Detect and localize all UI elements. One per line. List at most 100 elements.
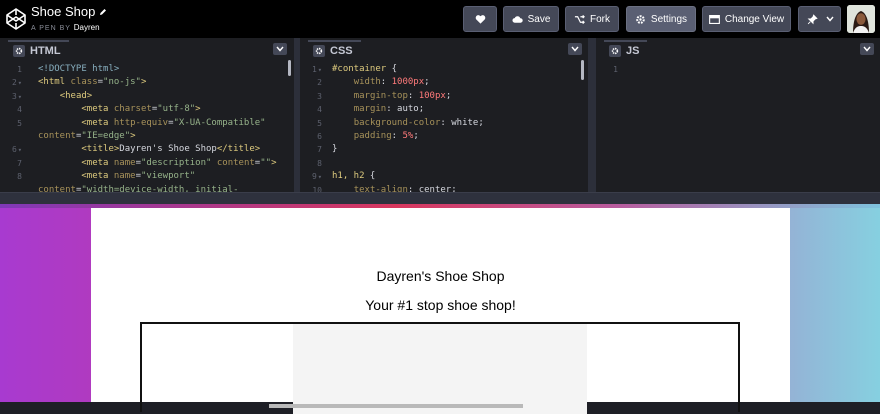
code-token: <html (38, 77, 71, 88)
code-text: margin: auto; (332, 103, 424, 116)
code-line[interactable]: 4 margin: auto; (300, 103, 588, 116)
line-number: 8 (17, 172, 22, 182)
fold-arrow-icon[interactable]: ▾ (18, 79, 22, 87)
pane-resizer[interactable] (588, 38, 596, 192)
change-view-button[interactable]: Change View (702, 6, 791, 32)
code-token: name (113, 171, 136, 182)
code-text: text-align: center; (332, 184, 457, 192)
user-avatar[interactable] (847, 5, 875, 33)
code-line[interactable]: 3▾ <head> (0, 90, 294, 103)
js-pane-menu-button[interactable] (860, 43, 874, 55)
code-token: h1, h2 (332, 171, 365, 182)
code-line[interactable]: 6 padding: 5%; (300, 130, 588, 143)
code-line[interactable]: 8 <meta name="viewport" (0, 170, 294, 183)
code-token: <!DOCTYPE html> (38, 64, 120, 74)
code-text: <html class="no-js"> (38, 76, 146, 89)
fold-arrow-icon[interactable]: ▾ (18, 93, 22, 101)
pen-title-block: Shoe Shop A PEN BY Dayren (31, 4, 107, 32)
pin-menu-button[interactable] (798, 6, 841, 32)
code-token: margin (353, 104, 387, 115)
code-line[interactable]: 7} (300, 143, 588, 156)
codepen-header: Shoe Shop A PEN BY Dayren Save Fork Sett… (0, 0, 880, 38)
code-text: <meta charset="utf-8"> (38, 103, 201, 116)
editor-preview-resize-bar[interactable] (0, 192, 880, 204)
love-button[interactable] (463, 6, 497, 32)
code-text: h1, h2 { (332, 170, 375, 183)
js-settings-button[interactable] (609, 45, 621, 57)
code-line[interactable]: 9▾ h1, h2 { (300, 170, 588, 183)
js-editor-pane: JS 1 (596, 38, 880, 192)
code-text: content="width=device-width, initial- (38, 184, 239, 192)
line-number: 4 (317, 105, 322, 115)
code-line[interactable]: 1 <!DOCTYPE html> (0, 63, 294, 76)
line-number: 6 (317, 132, 322, 141)
settings-label: Settings (650, 13, 688, 25)
fold-arrow-icon[interactable]: ▾ (318, 66, 322, 74)
html-pane-menu-button[interactable] (273, 43, 287, 55)
css-scrollbar[interactable] (581, 60, 584, 80)
code-token: auto; (397, 104, 425, 115)
code-text: } (332, 143, 337, 156)
layout-icon (708, 14, 720, 24)
html-code-editor[interactable]: 1 <!DOCTYPE html> 2▾ <html class="no-js"> 3▾… (0, 60, 294, 192)
code-token: : (386, 104, 398, 115)
save-button[interactable]: Save (503, 6, 559, 32)
css-settings-button[interactable] (313, 45, 325, 57)
line-number: 5 (17, 118, 22, 128)
code-line[interactable]: 3 margin-top: 100px; (300, 90, 588, 103)
line-number: 6▾ (11, 145, 22, 155)
code-line[interactable]: content="width=device-width, initial- (0, 184, 294, 192)
code-line[interactable]: 8 (300, 157, 588, 170)
code-token: Dayren's Shoe Shop (119, 144, 217, 155)
code-line[interactable]: 4 <meta charset="utf-8"> (0, 103, 294, 116)
pen-title[interactable]: Shoe Shop (31, 4, 107, 20)
code-text: <!DOCTYPE html> (38, 63, 119, 76)
code-line[interactable]: 7 <meta name="description" content=""> (0, 157, 294, 170)
css-code-editor[interactable]: 1▾ #container {2 width: 1000px; 3 margin-t… (300, 60, 588, 192)
code-line[interactable]: content="IE=edge"> (0, 130, 294, 143)
code-token: > (195, 104, 201, 115)
fold-arrow-icon[interactable]: ▾ (318, 173, 322, 181)
html-scrollbar[interactable] (288, 60, 291, 76)
html-settings-button[interactable] (13, 45, 25, 57)
chevron-down-icon (571, 46, 579, 52)
codepen-logo-icon[interactable] (6, 8, 26, 30)
line-number: 5 (317, 118, 322, 128)
fold-arrow-icon[interactable]: ▾ (18, 146, 22, 154)
author-link[interactable]: Dayren (74, 23, 100, 32)
js-code-editor[interactable]: 1 (596, 60, 880, 192)
code-line[interactable]: 5 <meta http-equiv="X-UA-Compatible" (0, 117, 294, 130)
code-line[interactable]: 10 text-align: center; (300, 184, 588, 192)
html-pane-tab: HTML (8, 40, 69, 60)
line-number: 3 (317, 91, 322, 101)
code-line[interactable]: 2 width: 1000px; (300, 76, 588, 89)
pencil-icon[interactable] (99, 8, 107, 16)
gear-icon (636, 14, 645, 24)
content-card-edge (269, 404, 523, 408)
code-line[interactable]: 6▾ <title>Dayren's Shoe Shop</title> (0, 143, 294, 156)
line-number: 4 (17, 105, 22, 115)
code-line[interactable]: 1▾ #container { (300, 63, 588, 76)
code-line[interactable]: 5 background-color: white; (300, 117, 588, 130)
code-token: center; (418, 184, 457, 192)
code-token: margin-top (353, 90, 408, 101)
fork-button[interactable]: Fork (565, 6, 619, 32)
code-token: </title> (216, 144, 261, 155)
code-text: padding: 5%; (332, 130, 419, 143)
css-pane-menu-button[interactable] (568, 43, 582, 55)
chevron-down-icon (863, 46, 871, 52)
line-number: 1▾ (311, 65, 322, 74)
fork-label: Fork (590, 13, 610, 25)
cloud-icon (512, 15, 523, 23)
code-line[interactable]: 2▾ <html class="no-js"> (0, 76, 294, 89)
settings-button[interactable]: Settings (626, 6, 696, 32)
code-token: "IE=edge" (81, 131, 131, 141)
code-line[interactable]: 1 (596, 63, 880, 76)
code-token: <title> (81, 144, 120, 155)
avatar-portrait-icon (847, 5, 875, 33)
